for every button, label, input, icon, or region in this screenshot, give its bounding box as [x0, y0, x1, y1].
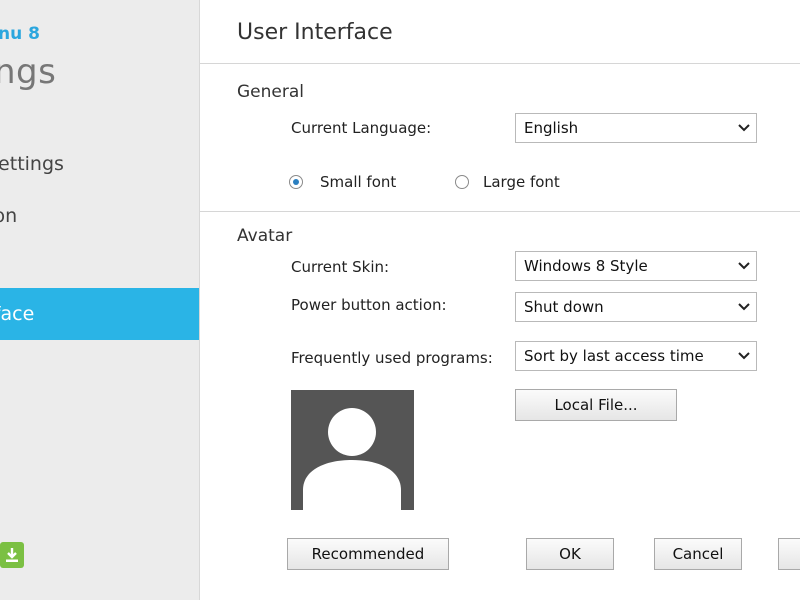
large-font-radio[interactable] — [455, 175, 469, 189]
avatar-section-label: Avatar — [237, 226, 293, 246]
large-font-label[interactable]: Large font — [483, 173, 560, 191]
radio-selected-dot — [293, 179, 299, 185]
sidebar-item-settings[interactable]: Settings — [0, 138, 199, 190]
title-divider — [200, 63, 800, 64]
programs-select[interactable]: Sort by last access time — [515, 341, 757, 371]
power-label: Power button action: — [291, 296, 447, 314]
avatar-image — [291, 390, 414, 510]
download-button[interactable] — [0, 542, 24, 568]
apply-button[interactable] — [778, 538, 800, 570]
sidebar: nu 8 ngs Settings ton rface — [0, 0, 199, 600]
sidebar-item-label: Settings — [0, 153, 64, 175]
download-icon — [6, 548, 18, 562]
small-font-label[interactable]: Small font — [320, 173, 396, 191]
cancel-button[interactable]: Cancel — [654, 538, 742, 570]
skin-label: Current Skin: — [291, 258, 390, 276]
ok-button[interactable]: OK — [526, 538, 614, 570]
programs-label: Frequently used programs: — [291, 349, 493, 367]
sidebar-item-user-interface[interactable]: rface — [0, 288, 199, 340]
programs-value: Sort by last access time — [524, 347, 704, 365]
general-section-label: General — [237, 82, 304, 102]
page-title: User Interface — [237, 20, 393, 45]
chevron-down-icon — [738, 262, 750, 270]
power-value: Shut down — [524, 298, 604, 316]
sidebar-heading: ngs — [0, 52, 57, 92]
language-value: English — [524, 119, 579, 137]
user-icon — [303, 408, 401, 510]
chevron-down-icon — [738, 303, 750, 311]
chevron-down-icon — [738, 124, 750, 132]
section-divider — [200, 211, 800, 212]
sidebar-item-button[interactable]: ton — [0, 190, 199, 242]
sidebar-item-label: ton — [0, 205, 18, 227]
power-select[interactable]: Shut down — [515, 292, 757, 322]
skin-value: Windows 8 Style — [524, 257, 648, 275]
chevron-down-icon — [738, 352, 750, 360]
skin-select[interactable]: Windows 8 Style — [515, 251, 757, 281]
recommended-button[interactable]: Recommended — [287, 538, 449, 570]
sidebar-item-label: rface — [0, 303, 35, 325]
app-name: nu 8 — [0, 24, 40, 44]
local-file-button[interactable]: Local File... — [515, 389, 677, 421]
language-select[interactable]: English — [515, 113, 757, 143]
small-font-radio[interactable] — [289, 175, 303, 189]
sidebar-divider — [199, 0, 200, 600]
language-label: Current Language: — [291, 119, 432, 137]
